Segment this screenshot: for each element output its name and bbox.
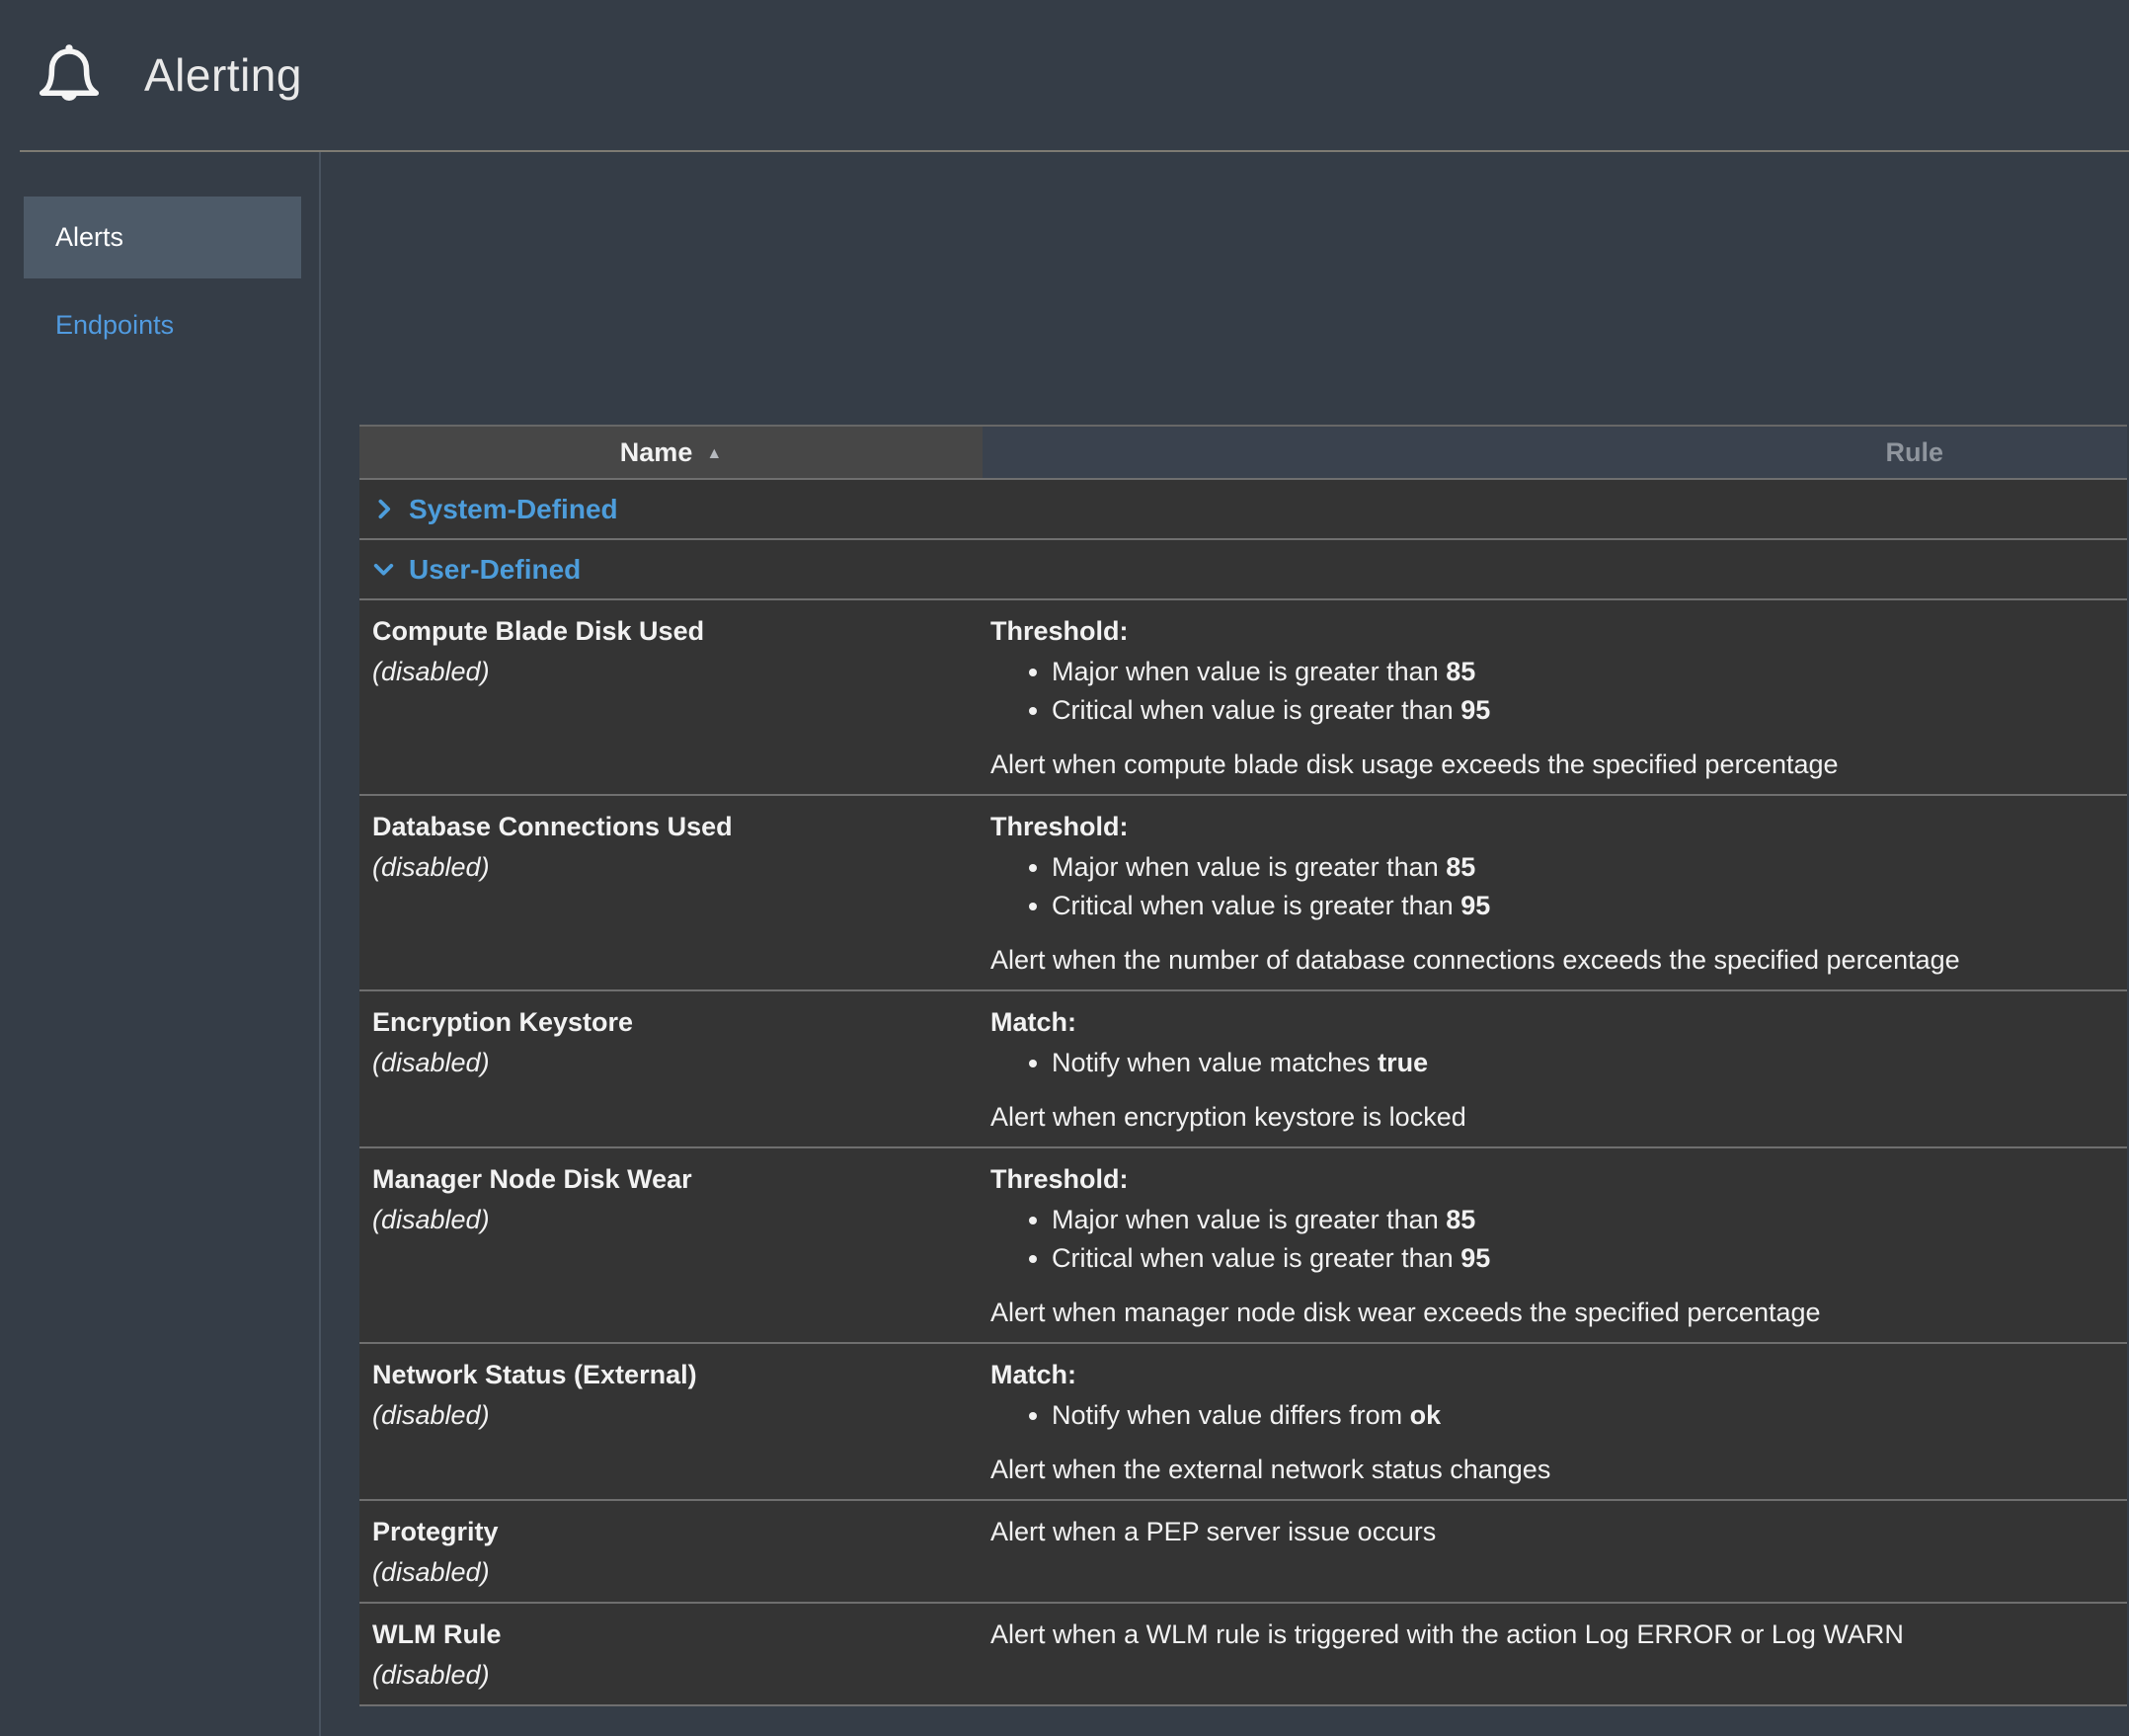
- alert-group-header[interactable]: User-Defined: [359, 540, 2127, 600]
- alert-rule-cell: Alert when a WLM rule is triggered with …: [983, 1604, 2127, 1704]
- table-header-row: Name ▲ Rule: [359, 425, 2127, 480]
- alert-name-cell: WLM Rule (disabled): [359, 1604, 983, 1704]
- condition-value: 95: [1460, 695, 1490, 725]
- page-title: Alerting: [144, 48, 302, 102]
- alert-group-header[interactable]: System-Defined: [359, 480, 2127, 540]
- rule-conditions: Major when value is greater than 85Criti…: [990, 653, 2103, 730]
- column-header-name-label: Name: [620, 437, 693, 468]
- condition-value: 85: [1446, 657, 1475, 686]
- condition-value: true: [1378, 1048, 1428, 1077]
- condition-value: 95: [1460, 1243, 1490, 1273]
- alert-rule-cell: Match: Notify when value matches true Aler…: [983, 991, 2127, 1146]
- alert-name-cell: Network Status (External) (disabled): [359, 1344, 983, 1499]
- alert-status: (disabled): [372, 1203, 959, 1237]
- rule-type-label: Match:: [990, 1005, 2103, 1040]
- rule-description: Alert when the external network status c…: [990, 1453, 2103, 1487]
- page-header: Alerting: [0, 0, 2129, 150]
- sort-ascending-icon: ▲: [706, 442, 722, 463]
- rule-condition: Notify when value differs from ok: [1052, 1396, 2103, 1435]
- rule-type-label: Threshold:: [990, 810, 2103, 844]
- condition-value: 85: [1446, 852, 1475, 882]
- rule-condition: Critical when value is greater than 95: [1052, 887, 2103, 925]
- alert-name-cell: Manager Node Disk Wear (disabled): [359, 1148, 983, 1342]
- alert-status: (disabled): [372, 850, 959, 885]
- rule-conditions: Major when value is greater than 85Criti…: [990, 848, 2103, 925]
- condition-value: 95: [1460, 891, 1490, 920]
- alert-rule-cell: Match: Notify when value differs from ok A…: [983, 1344, 2127, 1499]
- main-panel: Name ▲ Rule System-Defined User-Defined Co…: [321, 152, 2129, 1736]
- rule-description: Alert when a PEP server issue occurs: [990, 1515, 2103, 1549]
- sidebar-item-endpoints[interactable]: Endpoints: [24, 310, 301, 341]
- alert-group-label: User-Defined: [409, 554, 581, 586]
- column-header-rule[interactable]: Rule: [983, 427, 2127, 478]
- alert-group-label: System-Defined: [409, 494, 618, 525]
- rule-description: Alert when encryption keystore is locked: [990, 1100, 2103, 1135]
- alert-rule-cell: Threshold: Major when value is greater th…: [983, 796, 2127, 989]
- rule-description: Alert when the number of database connec…: [990, 943, 2103, 978]
- rule-condition: Major when value is greater than 85: [1052, 653, 2103, 691]
- condition-value: 85: [1446, 1205, 1475, 1234]
- sidebar: Alerts Endpoints: [0, 152, 321, 1736]
- rule-description: Alert when compute blade disk usage exce…: [990, 748, 2103, 782]
- alert-name-cell: Encryption Keystore (disabled): [359, 991, 983, 1146]
- alert-rule-cell: Alert when a PEP server issue occurs: [983, 1501, 2127, 1602]
- alert-name: Compute Blade Disk Used: [372, 614, 959, 649]
- condition-value: ok: [1410, 1400, 1442, 1430]
- bell-icon: [30, 33, 109, 118]
- rule-type-label: Threshold:: [990, 614, 2103, 649]
- alert-name-cell: Protegrity (disabled): [359, 1501, 983, 1602]
- alert-rule-cell: Threshold: Major when value is greater th…: [983, 600, 2127, 794]
- column-header-name[interactable]: Name ▲: [359, 427, 983, 478]
- alert-status: (disabled): [372, 1658, 959, 1693]
- rule-conditions: Major when value is greater than 85Criti…: [990, 1201, 2103, 1278]
- alert-status: (disabled): [372, 1046, 959, 1080]
- alert-name: Network Status (External): [372, 1358, 959, 1392]
- alert-row[interactable]: Compute Blade Disk Used (disabled) Thresho…: [359, 600, 2127, 796]
- alert-name: WLM Rule: [372, 1618, 959, 1652]
- rule-description: Alert when manager node disk wear exceed…: [990, 1296, 2103, 1330]
- rule-condition: Major when value is greater than 85: [1052, 848, 2103, 887]
- rule-type-label: Threshold:: [990, 1162, 2103, 1197]
- alert-name: Protegrity: [372, 1515, 959, 1549]
- rule-condition: Notify when value matches true: [1052, 1044, 2103, 1082]
- alert-row[interactable]: Encryption Keystore (disabled) Match: Notif…: [359, 991, 2127, 1148]
- alerting-page: Alerting Alerts Endpoints Name ▲ Rule Sy…: [0, 0, 2129, 1736]
- column-header-rule-label: Rule: [1885, 437, 1943, 468]
- rule-condition: Critical when value is greater than 95: [1052, 691, 2103, 730]
- alerts-table: Name ▲ Rule System-Defined User-Defined Co…: [359, 425, 2127, 1706]
- alert-name-cell: Database Connections Used (disabled): [359, 796, 983, 989]
- alert-status: (disabled): [372, 1398, 959, 1433]
- alert-row[interactable]: Protegrity (disabled) Alert when a PEP ser…: [359, 1501, 2127, 1604]
- alert-name-cell: Compute Blade Disk Used (disabled): [359, 600, 983, 794]
- alert-name: Encryption Keystore: [372, 1005, 959, 1040]
- table-body: System-Defined User-Defined Compute Blade …: [359, 480, 2127, 1706]
- content: Alerts Endpoints Name ▲ Rule System-Defi…: [0, 152, 2129, 1736]
- rule-conditions: Notify when value matches true: [990, 1044, 2103, 1082]
- chevron-down-icon: [371, 557, 396, 582]
- rule-type-label: Match:: [990, 1358, 2103, 1392]
- sidebar-item-alerts[interactable]: Alerts: [24, 197, 301, 278]
- rule-condition: Critical when value is greater than 95: [1052, 1239, 2103, 1278]
- rule-description: Alert when a WLM rule is triggered with …: [990, 1618, 2103, 1652]
- alert-name: Manager Node Disk Wear: [372, 1162, 959, 1197]
- chevron-right-icon: [371, 497, 396, 521]
- alert-row[interactable]: Manager Node Disk Wear (disabled) Threshol…: [359, 1148, 2127, 1344]
- alert-name: Database Connections Used: [372, 810, 959, 844]
- alert-row[interactable]: WLM Rule (disabled) Alert when a WLM rule …: [359, 1604, 2127, 1706]
- alert-row[interactable]: Network Status (External) (disabled) Match…: [359, 1344, 2127, 1501]
- alert-status: (disabled): [372, 655, 959, 689]
- rule-condition: Major when value is greater than 85: [1052, 1201, 2103, 1239]
- alert-rule-cell: Threshold: Major when value is greater th…: [983, 1148, 2127, 1342]
- rule-conditions: Notify when value differs from ok: [990, 1396, 2103, 1435]
- alert-row[interactable]: Database Connections Used (disabled) Thres…: [359, 796, 2127, 991]
- alert-status: (disabled): [372, 1555, 959, 1590]
